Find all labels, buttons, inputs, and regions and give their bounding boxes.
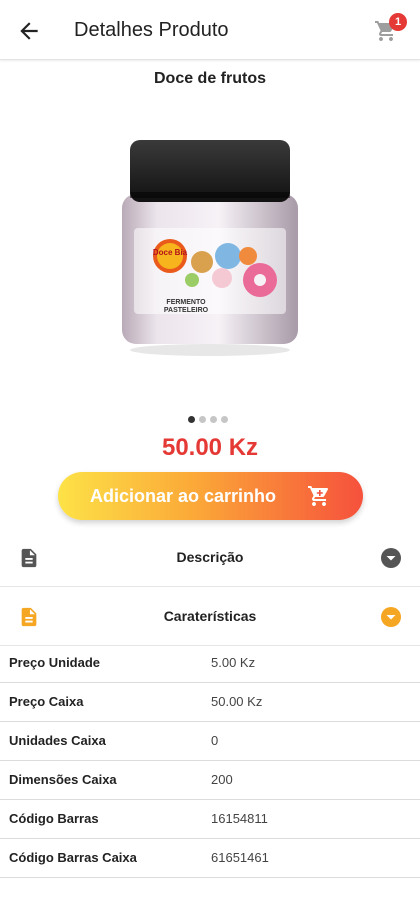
carousel-dot[interactable] — [188, 416, 195, 423]
features-section[interactable]: Caraterísticas — [0, 588, 420, 646]
chevron-down-icon[interactable] — [380, 606, 402, 628]
label-line2: PASTELEIRO — [164, 307, 209, 314]
description-title: Descrição — [176, 549, 244, 565]
product-image[interactable]: Doce Bia FERMENTO PASTELEIRO — [110, 132, 310, 357]
carousel-dot[interactable] — [199, 416, 206, 423]
spec-row: Preço Caixa 50.00 Kz — [0, 683, 420, 722]
spec-value: 16154811 — [211, 811, 268, 826]
spec-value: 0 — [211, 733, 219, 748]
spec-label: Preço Caixa — [9, 694, 84, 709]
add-to-cart-button[interactable]: Adicionar ao carrinho — [58, 472, 363, 520]
cart-badge: 1 — [389, 13, 407, 31]
spec-label: Código Barras — [9, 811, 99, 826]
label-line1: FERMENTO — [166, 299, 206, 306]
add-to-cart-label: Adicionar ao carrinho — [90, 486, 277, 506]
spec-value: 50.00 Kz — [211, 694, 263, 709]
spec-value: 200 — [211, 772, 233, 787]
brand-logo-text: Doce Bia — [153, 248, 188, 257]
spec-label: Preço Unidade — [9, 655, 101, 670]
spec-row: Código Barras 16154811 — [0, 800, 420, 839]
add-cart-icon — [308, 486, 329, 506]
spec-row: Unidades Caixa 0 — [0, 722, 420, 761]
spec-label: Dimensões Caixa — [9, 772, 117, 787]
description-section[interactable]: Descrição — [0, 529, 420, 587]
carousel-dot[interactable] — [210, 416, 217, 423]
spec-value: 61651461 — [211, 850, 269, 865]
specs-table: Preço Unidade 5.00 Kz Preço Caixa 50.00 … — [0, 644, 420, 878]
product-price: 50.00 Kz — [161, 434, 259, 461]
features-title: Caraterísticas — [163, 608, 257, 624]
product-name: Doce de frutos — [153, 70, 266, 87]
spec-label: Unidades Caixa — [9, 733, 106, 748]
spec-row: Preço Unidade 5.00 Kz — [0, 644, 420, 683]
carousel-dot[interactable] — [221, 416, 228, 423]
spec-value: 5.00 Kz — [211, 655, 256, 670]
spec-row: Código Barras Caixa 61651461 — [0, 839, 420, 878]
spec-label: Código Barras Caixa — [9, 850, 137, 865]
spec-row: Dimensões Caixa 200 — [0, 761, 420, 800]
back-arrow-icon[interactable] — [16, 18, 42, 44]
page-title: Detalhes Produto — [74, 19, 229, 41]
chevron-down-icon[interactable] — [380, 547, 402, 569]
app-bar: Detalhes Produto 1 — [0, 0, 420, 60]
carousel-indicator[interactable] — [188, 416, 228, 424]
